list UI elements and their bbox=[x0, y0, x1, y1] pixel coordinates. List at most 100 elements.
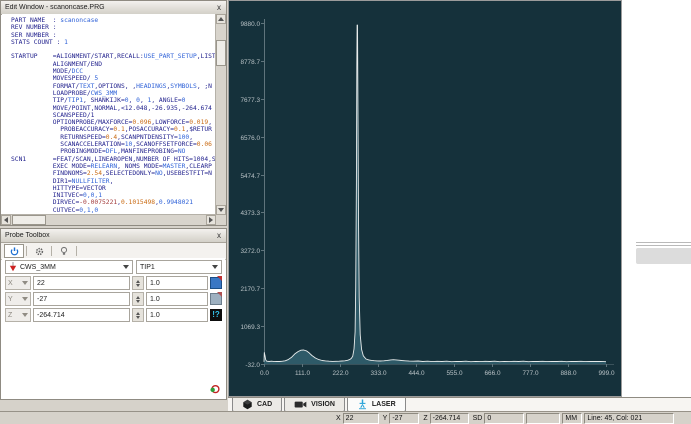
z-increment-field[interactable]: 1.0 bbox=[146, 308, 208, 322]
query-position-button[interactable]: !? bbox=[210, 309, 222, 321]
code-line[interactable]: PROBEACCURACY=0.1,POSACCURACY=0.1,$RETUR bbox=[11, 126, 215, 133]
vertical-scroll-thumb[interactable] bbox=[216, 40, 226, 66]
close-icon[interactable]: x bbox=[216, 2, 222, 13]
read-position-button[interactable] bbox=[210, 293, 222, 305]
code-line[interactable]: SCN1 =FEAT/SCAN,LINEAROPEN,NUMBER OF HIT… bbox=[11, 156, 215, 163]
vertical-scrollbar[interactable] bbox=[215, 14, 226, 215]
code-line[interactable]: EXEC MODE=RELEARN, NOMS MODE=MASTER,CLEA… bbox=[11, 163, 215, 170]
code-line[interactable]: REV NUMBER : bbox=[11, 24, 215, 31]
scroll-left-icon[interactable] bbox=[1, 215, 11, 225]
code-line[interactable]: STARTUP =ALIGNMENT/START,RECALL:USE_PART… bbox=[11, 53, 215, 60]
x-increment-field[interactable]: 1.0 bbox=[146, 276, 208, 290]
code-line[interactable]: HITTYPE=VECTOR bbox=[11, 185, 215, 192]
code-line[interactable] bbox=[11, 46, 215, 53]
probe-toolbox-body: CWS_3MM TIP1 X 22 1.0 bbox=[2, 258, 225, 398]
status-x-label: X bbox=[336, 415, 341, 422]
scroll-up-icon[interactable] bbox=[216, 14, 226, 24]
chevron-down-icon bbox=[212, 265, 218, 269]
status-z-label: Z bbox=[423, 415, 427, 422]
x-spinner[interactable] bbox=[132, 276, 144, 290]
code-line[interactable]: SER NUMBER : bbox=[11, 32, 215, 39]
code-line[interactable]: PART NAME : scanoncase bbox=[11, 17, 215, 24]
code-line[interactable]: INITVEC=0,0,1 bbox=[11, 192, 215, 199]
status-y-value: -27 bbox=[389, 413, 419, 424]
scroll-down-icon[interactable] bbox=[216, 205, 226, 215]
status-units: MM bbox=[562, 413, 582, 424]
lightbulb-icon bbox=[60, 246, 68, 257]
tab-cad[interactable]: CAD bbox=[232, 398, 282, 412]
y-increment-field[interactable]: 1.0 bbox=[146, 292, 208, 306]
code-line[interactable]: CUTVEC=0,1,0 bbox=[11, 207, 215, 214]
z-axis-combo[interactable]: Z bbox=[5, 308, 31, 322]
tab-vision[interactable]: VISION bbox=[284, 398, 345, 412]
probe-file-value: CWS_3MM bbox=[20, 264, 120, 271]
x-axis-combo[interactable]: X bbox=[5, 276, 31, 290]
code-line[interactable]: MOVE/POINT,NORMAL,<12.048,-26.935,-264.6… bbox=[11, 105, 215, 112]
code-line[interactable]: TIP/TIP1, SHANKIJK=0, 0, 1, ANGLE=0 bbox=[11, 97, 215, 104]
scroll-right-icon[interactable] bbox=[206, 215, 216, 225]
tip-combo[interactable]: TIP1 bbox=[136, 260, 222, 274]
code-line[interactable]: OPTIONPROBE/MAXFORCE=0.096,LOWFORCE=0.01… bbox=[11, 119, 215, 126]
axis-label: Z bbox=[8, 312, 12, 319]
fragment-box bbox=[636, 248, 691, 264]
status-caret-position: Line: 45, Col: 021 bbox=[584, 413, 674, 424]
edit-window: Edit Window - scanoncase.PRG x PART NAME… bbox=[0, 0, 227, 226]
svg-text:9880.0: 9880.0 bbox=[240, 21, 260, 28]
code-line[interactable]: SCANSPEED/1 bbox=[11, 112, 215, 119]
code-line[interactable]: FINDNOMS=2.54,SELECTEDONLY=NO,USEBESTFIT… bbox=[11, 170, 215, 177]
code-line[interactable]: LOADPROBE/CWS_3MM bbox=[11, 90, 215, 97]
code-line[interactable]: DIRVEC=-0.0075221,0.1015498,0.9948021 bbox=[11, 199, 215, 206]
z-spinner[interactable] bbox=[132, 308, 144, 322]
svg-text:0.0: 0.0 bbox=[260, 370, 269, 377]
z-value-field[interactable]: -264.714 bbox=[33, 308, 130, 322]
program-code-editor[interactable]: PART NAME : scanoncaseREV NUMBER :SER NU… bbox=[2, 14, 215, 214]
scrollbar-corner bbox=[216, 215, 226, 225]
code-line[interactable]: STATS COUNT : 1 bbox=[11, 39, 215, 46]
view-tabstrip: CAD VISION LASER bbox=[228, 397, 691, 412]
svg-text:222.0: 222.0 bbox=[333, 370, 349, 377]
code-line[interactable]: SCANACCELERATION=10,SCANOFFSETFORCE=0.06 bbox=[11, 141, 215, 148]
svg-text:999.0: 999.0 bbox=[599, 370, 615, 377]
code-line[interactable]: FORMAT/TEXT,OPTIONS, ,HEADINGS,SYMBOLS, … bbox=[11, 83, 215, 90]
laser-graphics-window[interactable]: -32.01069.32170.73272.04373.35474.76576.… bbox=[228, 0, 622, 397]
code-line[interactable]: RETURNSPEED=0.4,SCANPNTDENSITY=100, bbox=[11, 134, 215, 141]
code-line[interactable]: MOVESPEED/ 5 bbox=[11, 75, 215, 82]
probe-status-icon[interactable] bbox=[209, 384, 220, 395]
svg-text:8778.7: 8778.7 bbox=[240, 59, 260, 66]
code-line[interactable]: MODE/DCC bbox=[11, 68, 215, 75]
code-line[interactable]: DIR1=NULLFILTER, bbox=[11, 178, 215, 185]
probe-toolbox-titlebar[interactable]: Probe Toolbox x bbox=[1, 229, 226, 243]
tab-position-probe[interactable] bbox=[4, 244, 24, 258]
tab-vision-label: VISION bbox=[311, 401, 335, 408]
code-line[interactable]: ALIGNMENT/END bbox=[11, 61, 215, 68]
status-sd-label: SD bbox=[473, 415, 483, 422]
chevron-down-icon bbox=[123, 265, 129, 269]
svg-text:7677.3: 7677.3 bbox=[240, 97, 260, 104]
close-icon[interactable]: x bbox=[216, 230, 222, 241]
laser-intensity-histogram[interactable]: -32.01069.32170.73272.04373.35474.76576.… bbox=[229, 1, 621, 396]
tip-value: TIP1 bbox=[140, 264, 209, 271]
x-value-field[interactable]: 22 bbox=[33, 276, 130, 290]
y-value-field[interactable]: -27 bbox=[33, 292, 130, 306]
y-spinner[interactable] bbox=[132, 292, 144, 306]
tab-cad-label: CAD bbox=[257, 401, 272, 408]
power-probe-icon bbox=[10, 247, 19, 256]
tab-probe-settings[interactable] bbox=[29, 244, 49, 258]
status-y-label: Y bbox=[383, 415, 388, 422]
probe-toolbox-window: Probe Toolbox x bbox=[0, 228, 227, 400]
horizontal-scroll-thumb[interactable] bbox=[12, 215, 46, 225]
svg-text:-32.0: -32.0 bbox=[245, 362, 260, 369]
laser-probe-icon bbox=[357, 399, 368, 410]
tab-divider bbox=[51, 246, 52, 256]
horizontal-scrollbar[interactable] bbox=[1, 214, 216, 225]
status-blank-cell bbox=[526, 413, 560, 424]
tab-laser[interactable]: LASER bbox=[347, 398, 406, 412]
tab-illumination[interactable] bbox=[54, 244, 74, 258]
probe-file-combo[interactable]: CWS_3MM bbox=[5, 260, 133, 274]
y-axis-combo[interactable]: Y bbox=[5, 292, 31, 306]
move-to-position-button[interactable] bbox=[210, 277, 222, 289]
axis-label: Y bbox=[8, 296, 13, 303]
edit-window-titlebar[interactable]: Edit Window - scanoncase.PRG x bbox=[1, 1, 226, 15]
code-line[interactable]: PROBINGMODE=DFL,MANFINEPROBING=NO bbox=[11, 148, 215, 155]
chevron-down-icon bbox=[22, 281, 28, 285]
